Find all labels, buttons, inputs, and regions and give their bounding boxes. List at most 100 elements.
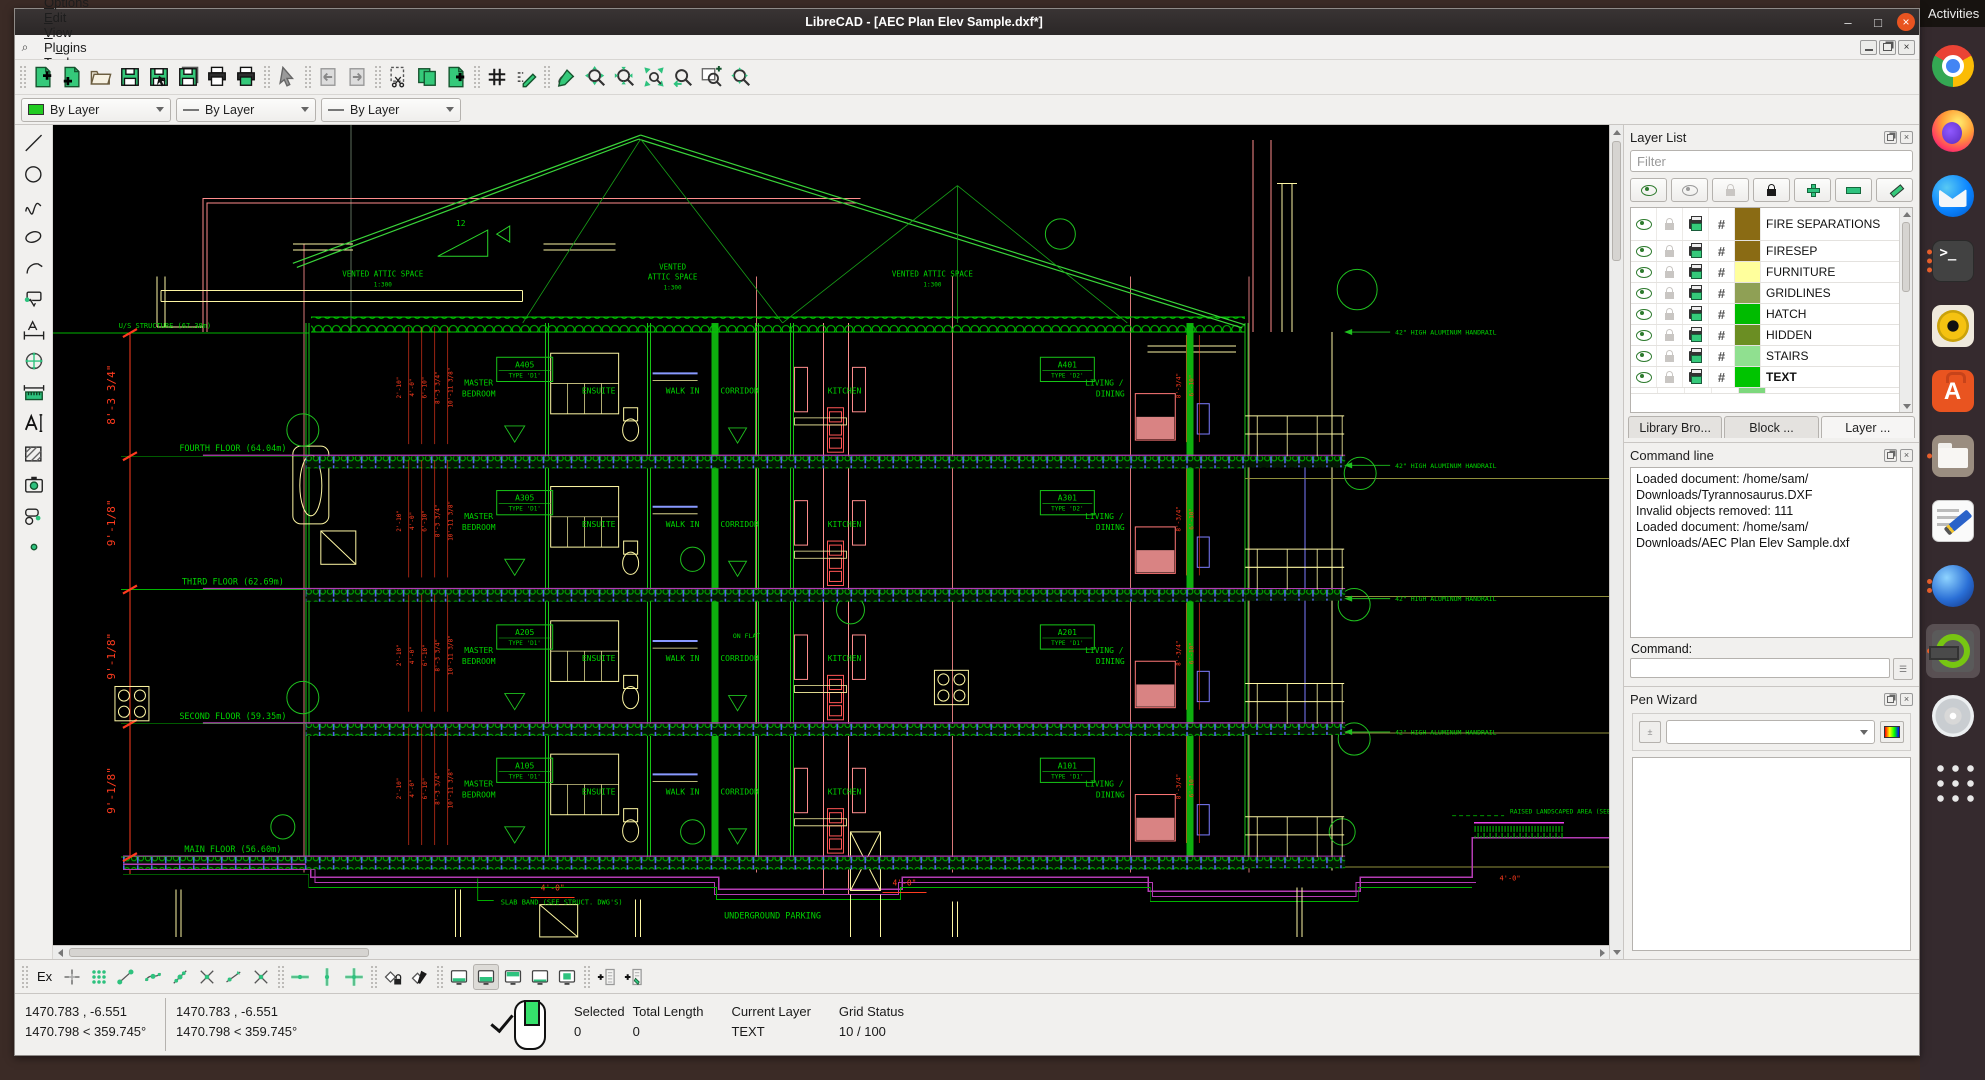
snap-dist-button[interactable] xyxy=(221,964,247,990)
layer-row[interactable]: #FIRE SEPARATIONS xyxy=(1631,208,1899,241)
circle-button[interactable] xyxy=(19,160,49,189)
restrict-v-button[interactable] xyxy=(314,964,340,990)
zoom-in-button[interactable] xyxy=(582,63,610,91)
layer-lock-icon[interactable] xyxy=(1657,241,1683,261)
show-all-layers-button[interactable] xyxy=(1630,178,1667,202)
scroll-left-icon[interactable] xyxy=(53,946,67,960)
menu-options[interactable]: Options xyxy=(35,0,107,10)
layer-visible-icon[interactable] xyxy=(1631,262,1657,282)
close-button[interactable]: × xyxy=(1893,9,1919,35)
pen-wizard-list[interactable] xyxy=(1632,757,1911,951)
layer-row[interactable]: #FIRESEP xyxy=(1631,241,1899,262)
layer-construction-icon[interactable]: # xyxy=(1709,325,1735,345)
cursor-button[interactable] xyxy=(273,63,301,91)
measure-button[interactable] xyxy=(19,377,49,406)
mdi-close-button[interactable]: × xyxy=(1898,40,1915,55)
draft-4-button[interactable] xyxy=(527,964,553,990)
snap-free-button[interactable] xyxy=(59,964,85,990)
menu-plugins[interactable]: Plugins xyxy=(35,40,107,55)
toolbar-handle[interactable] xyxy=(19,65,26,89)
layer-filter-input[interactable] xyxy=(1630,150,1913,172)
dock-disc-burner-icon[interactable] xyxy=(1926,689,1980,743)
zoom-prev-button[interactable] xyxy=(669,63,697,91)
restrict-h-button[interactable] xyxy=(287,964,313,990)
layer-print-icon[interactable] xyxy=(1683,208,1709,240)
file-save-all-button[interactable] xyxy=(174,63,202,91)
redo-button[interactable] xyxy=(343,63,371,91)
mdi-restore-button[interactable] xyxy=(1879,40,1896,55)
point-button[interactable] xyxy=(19,532,49,561)
file-new-template-button[interactable] xyxy=(58,63,86,91)
dock-firefox-icon[interactable] xyxy=(1926,104,1980,158)
edit-layer-button[interactable] xyxy=(1876,178,1913,202)
mdi-minimize-button[interactable] xyxy=(1860,40,1877,55)
title-bar[interactable]: LibreCAD - [AEC Plan Elev Sample.dxf*] –… xyxy=(15,9,1919,35)
dock-ubuntu-software-icon[interactable] xyxy=(1926,364,1980,418)
layer-row[interactable]: #GRIDLINES xyxy=(1631,283,1899,304)
layer-scrollbar[interactable] xyxy=(1899,208,1912,412)
layer-lock-icon[interactable] xyxy=(1657,325,1683,345)
layer-row[interactable]: #FURNITURE xyxy=(1631,262,1899,283)
file-new-button[interactable] xyxy=(29,63,57,91)
layer-lock-icon[interactable] xyxy=(1657,367,1683,387)
layer-lock-icon[interactable] xyxy=(1657,262,1683,282)
dock-rhythmbox-icon[interactable] xyxy=(1926,299,1980,353)
command-input[interactable] xyxy=(1630,658,1890,678)
menu-edit[interactable]: Edit xyxy=(35,10,107,25)
draft-1-button[interactable] xyxy=(446,964,472,990)
polyline-select-button[interactable] xyxy=(19,284,49,313)
layer-construction-icon[interactable]: # xyxy=(1709,262,1735,282)
file-save-button[interactable] xyxy=(116,63,144,91)
layer-construction-icon[interactable]: # xyxy=(1709,283,1735,303)
pen-linetype-combo[interactable]: By Layer xyxy=(321,98,461,122)
snapbar-handle[interactable] xyxy=(21,965,28,989)
spline-button[interactable] xyxy=(19,191,49,220)
dock-google-chrome-icon[interactable] xyxy=(1926,39,1980,93)
drawing-canvas[interactable]: FOURTH FLOOR (64.04m)THIRD FLOOR (62.69m… xyxy=(53,125,1609,959)
snap-grid-button[interactable] xyxy=(86,964,112,990)
lock-rel-button[interactable] xyxy=(380,964,406,990)
layer-visible-icon[interactable] xyxy=(1631,346,1657,366)
vertical-scrollbar[interactable] xyxy=(1609,125,1623,959)
pen-wizard-spin-button[interactable]: ± xyxy=(1639,721,1661,743)
dock-files-icon[interactable] xyxy=(1926,429,1980,483)
hatch-button[interactable] xyxy=(19,439,49,468)
layer-visible-icon[interactable] xyxy=(1631,325,1657,345)
snap-middle-button[interactable] xyxy=(194,964,220,990)
hide-all-layers-button[interactable] xyxy=(1671,178,1708,202)
pen-wizard-combo[interactable] xyxy=(1666,720,1875,744)
layer-row[interactable]: #HIDDEN xyxy=(1631,325,1899,346)
layer-construction-icon[interactable]: # xyxy=(1709,241,1735,261)
snap-int-button[interactable] xyxy=(248,964,274,990)
layer-visible-icon[interactable] xyxy=(1631,367,1657,387)
layer-row[interactable]: #STAIRS xyxy=(1631,346,1899,367)
layer-scroll-down-icon[interactable] xyxy=(1900,400,1913,412)
line-button[interactable] xyxy=(19,129,49,158)
text-button[interactable] xyxy=(19,408,49,437)
copy-button[interactable] xyxy=(413,63,441,91)
layer-construction-icon[interactable]: # xyxy=(1709,367,1735,387)
dock-text-editor-icon[interactable] xyxy=(1926,494,1980,548)
layer-row[interactable]: #HATCH xyxy=(1631,304,1899,325)
minimize-button[interactable]: – xyxy=(1833,9,1863,35)
layer-visible-icon[interactable] xyxy=(1631,304,1657,324)
grid-button[interactable] xyxy=(483,63,511,91)
dock-show-applications-icon[interactable] xyxy=(1926,754,1980,808)
image-button[interactable] xyxy=(19,470,49,499)
panel-float-icon[interactable] xyxy=(1884,449,1897,462)
set-rel-button[interactable] xyxy=(407,964,433,990)
add-layer-button[interactable] xyxy=(1794,178,1831,202)
dock-librecad-icon[interactable] xyxy=(1926,624,1980,678)
panel-float-icon[interactable] xyxy=(1884,131,1897,144)
menu-view[interactable]: View xyxy=(35,25,107,40)
tab-layer-list[interactable]: Layer ... xyxy=(1821,416,1915,438)
tab-block-list[interactable]: Block ... xyxy=(1724,416,1818,438)
layer-construction-icon[interactable]: # xyxy=(1709,304,1735,324)
layer-row[interactable]: #TEXT xyxy=(1631,367,1899,388)
undo-button[interactable] xyxy=(314,63,342,91)
zoom-auto-button[interactable] xyxy=(640,63,668,91)
cut-button[interactable] xyxy=(384,63,412,91)
horizontal-scrollbar[interactable] xyxy=(53,945,1609,959)
scroll-down-icon[interactable] xyxy=(1610,945,1624,959)
block-button[interactable] xyxy=(19,501,49,530)
